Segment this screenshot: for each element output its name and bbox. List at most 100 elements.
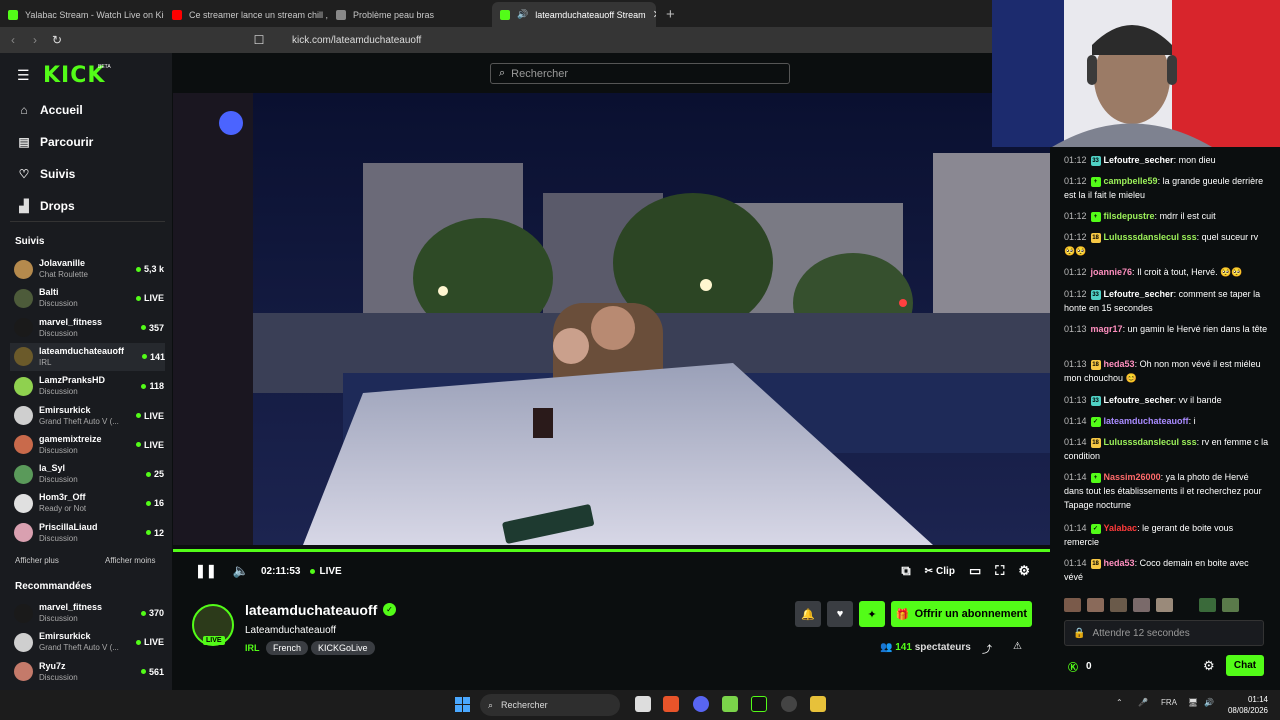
- chat-message[interactable]: 01:12 18 Lulusssdanslecul sss: quel suceur…: [1064, 230, 1269, 258]
- chat-message[interactable]: 01:14 18 heda53: Coco demain en boite avec…: [1064, 556, 1269, 584]
- chat-message[interactable]: 01:13 33 Lefoutre_secher: vv il bande: [1064, 393, 1269, 407]
- sidebar-channel[interactable]: lateamduchateauoff IRL 141: [10, 342, 165, 371]
- volume-icon[interactable]: 🔈: [233, 563, 249, 579]
- chat-username[interactable]: campbelle59: [1104, 176, 1158, 186]
- emote-icon[interactable]: [1133, 598, 1150, 612]
- reload-icon[interactable]: ↻: [46, 33, 68, 47]
- miniplayer-icon[interactable]: ⧉: [901, 563, 910, 579]
- sidebar-channel[interactable]: Ryu7z Discussion 561: [14, 658, 164, 686]
- chat-message[interactable]: 01:14 + Nassim26000: ya la photo de Hervé …: [1064, 470, 1269, 512]
- gift-subscription-button[interactable]: 🎁 Offrir un abonnement: [891, 601, 1032, 627]
- chat-message[interactable]: 01:12 + campbelle59: la grande gueule derr…: [1064, 174, 1269, 202]
- forward-icon[interactable]: ›: [24, 33, 46, 47]
- kick-app-icon[interactable]: [751, 696, 767, 712]
- chat-username[interactable]: heda53: [1104, 558, 1135, 568]
- app-icon[interactable]: [810, 696, 826, 712]
- follow-button[interactable]: ♥: [827, 601, 853, 627]
- chat-message[interactable]: 01:12 joannie76: Il croit à tout, Hervé. …: [1064, 265, 1269, 279]
- video-player[interactable]: [173, 93, 1050, 545]
- microphone-icon[interactable]: 🎤: [1138, 698, 1148, 707]
- emote-icon[interactable]: [1222, 598, 1239, 612]
- sidebar-channel[interactable]: Hom3r_Off Ready or Not 16: [14, 489, 164, 517]
- browser-tab[interactable]: Ce streamer lance un stream chill , pu: [164, 2, 328, 27]
- tag-kickgolive[interactable]: KICKGoLive: [311, 641, 375, 655]
- nav-accueil[interactable]: ⌂ Accueil: [18, 100, 82, 120]
- send-chat-button[interactable]: Chat: [1226, 655, 1264, 676]
- share-icon[interactable]: ⤴: [982, 641, 992, 656]
- chat-username[interactable]: Lulusssdanslecul sss: [1104, 232, 1197, 242]
- stream-category[interactable]: IRL: [245, 643, 260, 653]
- emote-icon[interactable]: [1199, 598, 1216, 612]
- menu-icon[interactable]: ☰: [17, 67, 30, 84]
- emote-icon[interactable]: [1110, 598, 1127, 612]
- new-tab-button[interactable]: +: [656, 6, 685, 27]
- sidebar-channel[interactable]: PriscillaLiaud Discussion 12: [14, 519, 164, 547]
- emote-icon[interactable]: [1087, 598, 1104, 612]
- gift-button[interactable]: ✦: [859, 601, 885, 627]
- chat-username[interactable]: Lefoutre_secher: [1104, 289, 1174, 299]
- chat-username[interactable]: filsdepustre: [1104, 211, 1155, 221]
- clip-button[interactable]: ✂ Clip: [925, 566, 955, 577]
- notification-bell-button[interactable]: 🔔: [795, 601, 821, 627]
- playback-progress[interactable]: [173, 549, 1050, 552]
- taskbar-search[interactable]: ⌕ Rechercher: [480, 694, 620, 716]
- url-field[interactable]: kick.com/lateamduchateauoff: [292, 35, 421, 46]
- nav-suivis[interactable]: ♡ Suivis: [18, 164, 76, 184]
- browser-tab[interactable]: Problème peau bras: [328, 2, 492, 27]
- chat-message[interactable]: 01:12 + filsdepustre: mdrr il est cuit: [1064, 209, 1269, 223]
- bookmark-icon[interactable]: ☐: [248, 33, 270, 47]
- chat-message[interactable]: 01:13 magr17: un gamin le Hervé rien dans…: [1064, 322, 1269, 336]
- chevron-up-icon[interactable]: ⌃: [1116, 698, 1123, 707]
- chat-username[interactable]: Lefoutre_secher: [1104, 395, 1174, 405]
- back-icon[interactable]: ‹: [2, 33, 24, 47]
- sidebar-channel[interactable]: Balti Discussion LIVE: [14, 284, 164, 312]
- file-explorer-icon[interactable]: [635, 696, 651, 712]
- kick-logo[interactable]: KICK: [43, 63, 105, 88]
- chat-username[interactable]: joannie76: [1091, 267, 1133, 277]
- live-indicator[interactable]: LIVE: [310, 566, 342, 577]
- chat-message[interactable]: 01:12 33 Lefoutre_secher: comment se taper…: [1064, 287, 1269, 315]
- report-icon[interactable]: ⚠: [1013, 641, 1022, 652]
- emote-icon[interactable]: [1156, 598, 1173, 612]
- chat-message[interactable]: 01:14 ✓ Yalabac: le gerant de boite vous r…: [1064, 521, 1269, 549]
- volume-icon[interactable]: 🔊: [1204, 698, 1214, 707]
- fullscreen-icon[interactable]: ⛶: [995, 563, 1004, 579]
- chat-username[interactable]: magr17: [1091, 324, 1123, 334]
- sidebar-channel[interactable]: gamemixtreize Discussion LIVE: [14, 431, 164, 459]
- windows-start-icon[interactable]: [455, 697, 470, 712]
- discord-icon[interactable]: [693, 696, 709, 712]
- obs-icon[interactable]: [781, 696, 797, 712]
- chat-username[interactable]: Lefoutre_secher: [1104, 155, 1174, 165]
- chat-username[interactable]: Nassim26000: [1104, 472, 1161, 482]
- emote-icon[interactable]: [1064, 598, 1081, 612]
- sidebar-channel[interactable]: Jolavanille Chat Roulette 5,3 k: [14, 255, 164, 283]
- system-clock[interactable]: 01:14 08/08/2026: [1222, 694, 1268, 716]
- chat-username[interactable]: lateamduchateauoff: [1104, 416, 1189, 426]
- sidebar-channel[interactable]: Emirsurkick Grand Theft Auto V (... LIVE: [14, 628, 164, 656]
- show-less-link[interactable]: Afficher moins: [105, 556, 156, 565]
- channel-points[interactable]: Ⓚ 0: [1068, 659, 1092, 674]
- browser-tab[interactable]: Yalabac Stream - Watch Live on Kick: [0, 2, 164, 27]
- chat-username[interactable]: heda53: [1104, 359, 1135, 369]
- sidebar-channel[interactable]: Emirsurkick Grand Theft Auto V (... LIVE: [14, 402, 164, 430]
- nav-drops[interactable]: ▟ Drops: [18, 196, 74, 216]
- chat-input[interactable]: 🔒 Attendre 12 secondes: [1064, 620, 1264, 646]
- show-more-link[interactable]: Afficher plus: [15, 556, 59, 565]
- settings-icon[interactable]: ⚙: [1018, 563, 1030, 579]
- app-icon[interactable]: [722, 696, 738, 712]
- brave-browser-icon[interactable]: [663, 696, 679, 712]
- network-icon[interactable]: 🖥: [1188, 698, 1198, 707]
- pause-icon[interactable]: ❚❚: [195, 563, 217, 579]
- tag-french[interactable]: French: [266, 641, 309, 655]
- chat-message[interactable]: 01:12 33 Lefoutre_secher: mon dieu: [1064, 153, 1269, 167]
- browser-tab-active[interactable]: 🔊lateamduchateauoff Stream✕: [492, 2, 656, 27]
- nav-parcourir[interactable]: ▤ Parcourir: [18, 132, 93, 152]
- sidebar-channel[interactable]: LamzPranksHD Discussion 118: [14, 372, 164, 400]
- streamer-name[interactable]: lateamduchateauoff: [245, 602, 377, 618]
- chat-username[interactable]: Lulusssdanslecul sss: [1104, 437, 1197, 447]
- chat-settings-icon[interactable]: ⚙: [1203, 658, 1215, 674]
- chat-message[interactable]: 01:14 18 Lulusssdanslecul sss: rv en femme…: [1064, 435, 1269, 463]
- sidebar-channel[interactable]: la_Syl Discussion 25: [14, 460, 164, 488]
- search-input[interactable]: ⌕ Rechercher: [490, 63, 790, 84]
- chat-username[interactable]: Yalabac: [1104, 523, 1138, 533]
